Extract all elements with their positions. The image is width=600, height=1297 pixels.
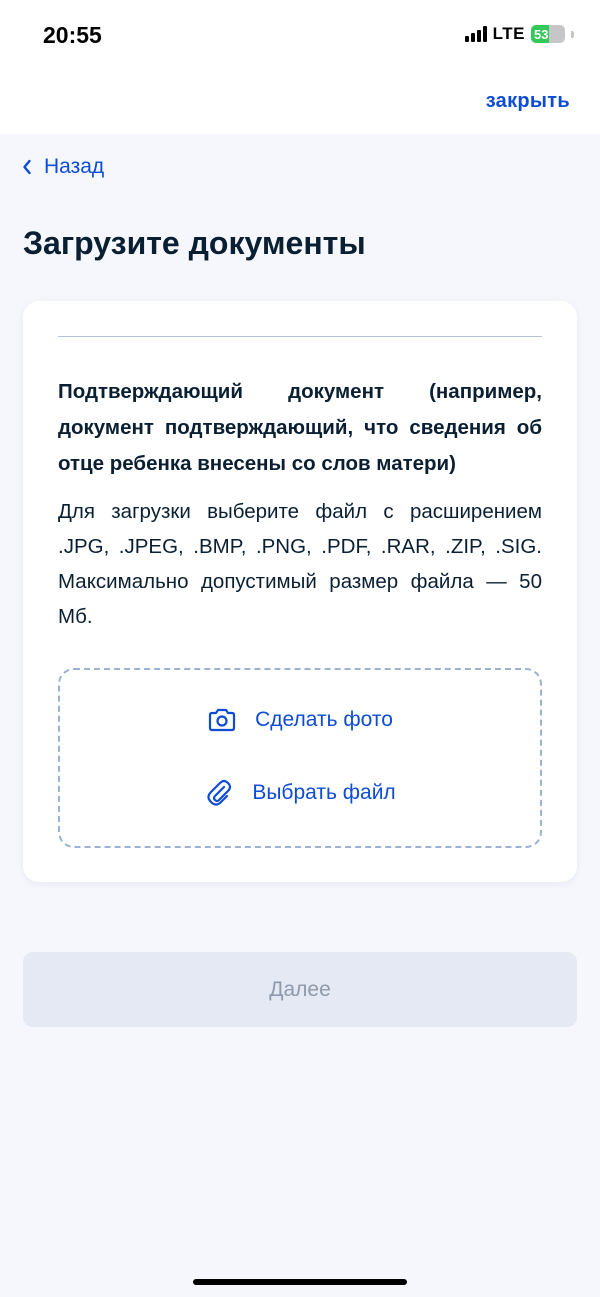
battery-level: 53 bbox=[534, 26, 549, 42]
status-time: 20:55 bbox=[43, 22, 102, 48]
battery-nub bbox=[571, 30, 574, 38]
status-bar: 20:55 LTE 53 bbox=[0, 0, 600, 72]
signal-icon bbox=[464, 26, 487, 42]
card-divider bbox=[58, 336, 542, 337]
battery-icon: 53 bbox=[531, 25, 565, 43]
network-type: LTE bbox=[492, 24, 525, 43]
top-bar: закрыть bbox=[0, 72, 600, 134]
back-link[interactable]: Назад bbox=[22, 155, 104, 179]
choose-file-label: Выбрать файл bbox=[252, 781, 396, 804]
page-title: Загрузите документы bbox=[23, 225, 366, 261]
next-button[interactable]: Далее bbox=[23, 952, 577, 1027]
chevron-left-icon bbox=[23, 159, 31, 175]
document-description: Для загрузки выберите файл с расширением… bbox=[58, 500, 542, 628]
back-label: Назад bbox=[44, 155, 105, 178]
home-indicator[interactable] bbox=[193, 1279, 407, 1285]
document-card: Подтверждающий документ (например, докум… bbox=[23, 301, 577, 882]
document-title: Подтверждающий документ (например, докум… bbox=[58, 380, 542, 475]
take-photo-button[interactable]: Сделать фото bbox=[60, 708, 540, 732]
take-photo-label: Сделать фото bbox=[255, 708, 393, 731]
camera-icon bbox=[208, 708, 236, 732]
choose-file-button[interactable]: Выбрать файл bbox=[60, 778, 540, 808]
status-indicators: LTE 53 bbox=[464, 24, 574, 44]
paperclip-icon bbox=[207, 779, 232, 806]
upload-drop-zone[interactable]: Сделать фото Выбрать файл bbox=[58, 668, 542, 848]
close-link[interactable]: закрыть bbox=[486, 90, 570, 113]
